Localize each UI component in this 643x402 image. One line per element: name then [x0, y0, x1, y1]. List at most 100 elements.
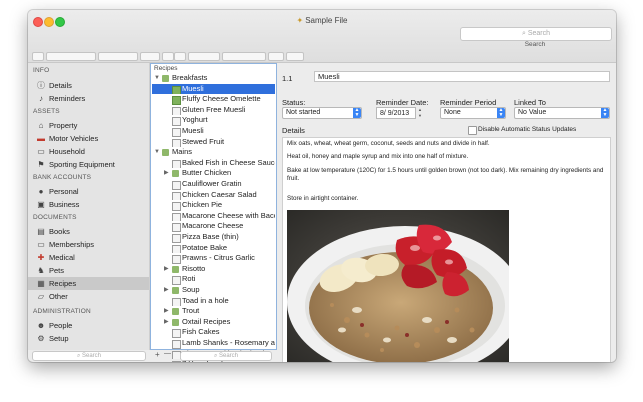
- line-spacing-popup[interactable]: [268, 52, 284, 61]
- sidebar-item-people[interactable]: ☻ People: [28, 319, 149, 332]
- titlebar: ✦ Sample File ⌕ Search Search: [28, 10, 616, 63]
- add-button[interactable]: +: [155, 350, 160, 359]
- date-stepper[interactable]: ▲ ▼: [417, 107, 423, 119]
- document-icon: [172, 255, 181, 264]
- disclosure-closed-icon[interactable]: ▶: [164, 306, 169, 317]
- disclosure-open-icon[interactable]: ▼: [154, 73, 160, 84]
- sidebar-item-business[interactable]: ▣ Business: [28, 198, 149, 211]
- folder-icon: [172, 287, 179, 294]
- tree-row-label: Yoghurt: [182, 115, 208, 125]
- tree-folder-row[interactable]: ▶ Soup: [152, 285, 275, 296]
- sidebar-item-recipes[interactable]: ▦ Recipes: [28, 277, 149, 290]
- instruction-paragraph: Heat oil, honey and maple syrup and mix …: [287, 153, 469, 160]
- tree-item-row[interactable]: Potatoe Bake: [152, 243, 275, 254]
- sidebar-item-medical[interactable]: ✚ Medical: [28, 251, 149, 264]
- tree-item-row[interactable]: Toad in a hole: [152, 296, 275, 307]
- tree-item-row[interactable]: Muesli: [152, 83, 275, 95]
- tree-row-label: Prawns - Citrus Garlic: [182, 253, 255, 263]
- sidebar-item-motor-vehicles[interactable]: ▬ Motor Vehicles: [28, 132, 149, 145]
- paw-icon: ♞: [37, 266, 45, 275]
- tree-folder-row[interactable]: ▶ Butter Chicken: [152, 168, 275, 179]
- reminder-date-field[interactable]: 8/ 9/2013: [376, 107, 416, 119]
- sidebar-item-personal[interactable]: ● Personal: [28, 185, 149, 198]
- reminder-period-select[interactable]: None ▲ ▼: [440, 107, 506, 119]
- tree-item-row[interactable]: Baked Fish in Cheese Sauce: [152, 158, 275, 169]
- list-style-popup[interactable]: [286, 52, 304, 61]
- linked-to-select[interactable]: No Value ▲ ▼: [514, 107, 610, 119]
- sidebar-item-reminders[interactable]: ♪ Reminders: [28, 92, 149, 105]
- highlight-color-button[interactable]: [174, 52, 186, 61]
- recipe-icon: ▦: [37, 279, 45, 288]
- document-icon: [172, 361, 181, 362]
- disclosure-closed-icon[interactable]: ▶: [164, 264, 169, 275]
- tree-item-row[interactable]: Prawns - Citrus Garlic: [152, 253, 275, 264]
- info-icon: ⓘ: [37, 81, 45, 90]
- tree-item-row[interactable]: Lamb Shanks - Rosemary a...: [152, 338, 275, 349]
- tree-folder-row[interactable]: ▶ Risotto: [152, 264, 275, 275]
- sidebar-item-property[interactable]: ⌂ Property: [28, 119, 149, 132]
- folder-icon: [162, 149, 169, 157]
- tree-item-row[interactable]: Chicken Caesar Salad: [152, 190, 275, 201]
- disclosure-closed-icon[interactable]: ▶: [164, 285, 169, 296]
- record-title-field[interactable]: Muesli: [314, 71, 610, 82]
- tree-folder-row[interactable]: ▶ Oxtail Recipes: [152, 317, 275, 328]
- remove-button[interactable]: —: [164, 350, 171, 357]
- tree-folder-row[interactable]: ▶ Trout: [152, 306, 275, 317]
- tree-item-row[interactable]: Cauliflower Gratin: [152, 179, 275, 190]
- sidebar-item-details[interactable]: ⓘ Details: [28, 79, 149, 92]
- tree-row-label: Chicken Pie: [182, 200, 223, 210]
- tree-row-label: Butter Chicken: [182, 168, 232, 178]
- font-style-popup[interactable]: [98, 52, 138, 61]
- recipe-tree: Recipes ▼ Breakfasts Muesli Fluffy Cheese O…: [150, 63, 277, 362]
- sidebar-item-sporting-equipment[interactable]: ⚑ Sporting Equipment: [28, 158, 149, 171]
- tree-item-row[interactable]: Muesli: [152, 126, 275, 137]
- tree-item-row[interactable]: Macarone Cheese: [152, 221, 275, 232]
- disclosure-closed-icon[interactable]: ▶: [164, 317, 169, 328]
- disclosure-closed-icon[interactable]: ▶: [164, 168, 169, 179]
- note-icon: [172, 96, 181, 105]
- disable-status-checkbox[interactable]: [468, 126, 477, 135]
- tree-row-label: Mains: [172, 147, 193, 157]
- tree-item-row[interactable]: Pizza Base (thin): [152, 232, 275, 243]
- sidebar-item-books[interactable]: ▤ Books: [28, 225, 149, 238]
- tree-item-row[interactable]: Yoghurt: [152, 115, 275, 126]
- tree-item-row[interactable]: Chicken Pie: [152, 200, 275, 211]
- tree-item-row[interactable]: Fluffy Cheese Omelette: [152, 94, 275, 105]
- sidebar-item-other[interactable]: ▱ Other: [28, 290, 149, 303]
- linked-to-chevron-icon: ▲ ▼: [601, 107, 609, 118]
- app-window: ✦ Sample File ⌕ Search Search INFO ⓘ Detai…: [28, 10, 616, 362]
- sidebar-search-input[interactable]: ⌕ Search: [32, 351, 146, 361]
- tree-search-input[interactable]: ⌕ Search: [180, 351, 272, 361]
- document-icon: [172, 159, 181, 169]
- sidebar-item-household[interactable]: ▭ Household: [28, 145, 149, 158]
- sidebar-item-setup[interactable]: ⚙ Setup: [28, 332, 149, 345]
- document-icon: [172, 244, 181, 254]
- tree-item-row[interactable]: Macarone Cheese with Bacon: [152, 211, 275, 222]
- instruction-paragraph: Bake at low temperature (120C) for 1.5 h…: [287, 167, 604, 182]
- bell-icon: ♪: [39, 94, 43, 103]
- tree-item-row[interactable]: Stewed Fruit: [152, 137, 275, 148]
- document-icon: [172, 106, 181, 116]
- alignment-group[interactable]: [222, 52, 266, 61]
- tree-item-row[interactable]: Gluten Free Muesli: [152, 105, 275, 116]
- bold-italic-underline-group[interactable]: [188, 52, 220, 61]
- tree-row-label: Breakfasts: [172, 73, 208, 82]
- document-icon: [172, 117, 181, 126]
- sidebar-item-pets[interactable]: ♞ Pets: [28, 264, 149, 277]
- sidebar-item-memberships[interactable]: ▭ Memberships: [28, 238, 149, 251]
- toolbar-search-input[interactable]: ⌕ Search: [460, 27, 612, 41]
- font-size-popup[interactable]: [140, 52, 160, 61]
- linked-to-label: Linked To: [514, 98, 546, 107]
- tree-folder-row[interactable]: ▼ Breakfasts: [152, 73, 275, 84]
- tree-item-row[interactable]: Fish Cakes: [152, 327, 275, 338]
- status-chevron-icon: ▲ ▼: [353, 107, 361, 118]
- details-text-area[interactable]: Mix oats, wheat, wheat germ, coconut, se…: [282, 137, 611, 362]
- status-select[interactable]: Not started ▲ ▼: [282, 107, 362, 119]
- detail-pane: 1.1 Muesli Status: Not started ▲ ▼ Reminde…: [278, 63, 616, 362]
- text-color-button[interactable]: [162, 52, 174, 61]
- font-family-popup[interactable]: [46, 52, 96, 61]
- paragraph-style-popup[interactable]: [32, 52, 44, 61]
- tree-item-row[interactable]: Roti: [152, 274, 275, 285]
- tree-folder-row[interactable]: ▼ Mains: [152, 147, 275, 158]
- disclosure-open-icon[interactable]: ▼: [154, 147, 160, 158]
